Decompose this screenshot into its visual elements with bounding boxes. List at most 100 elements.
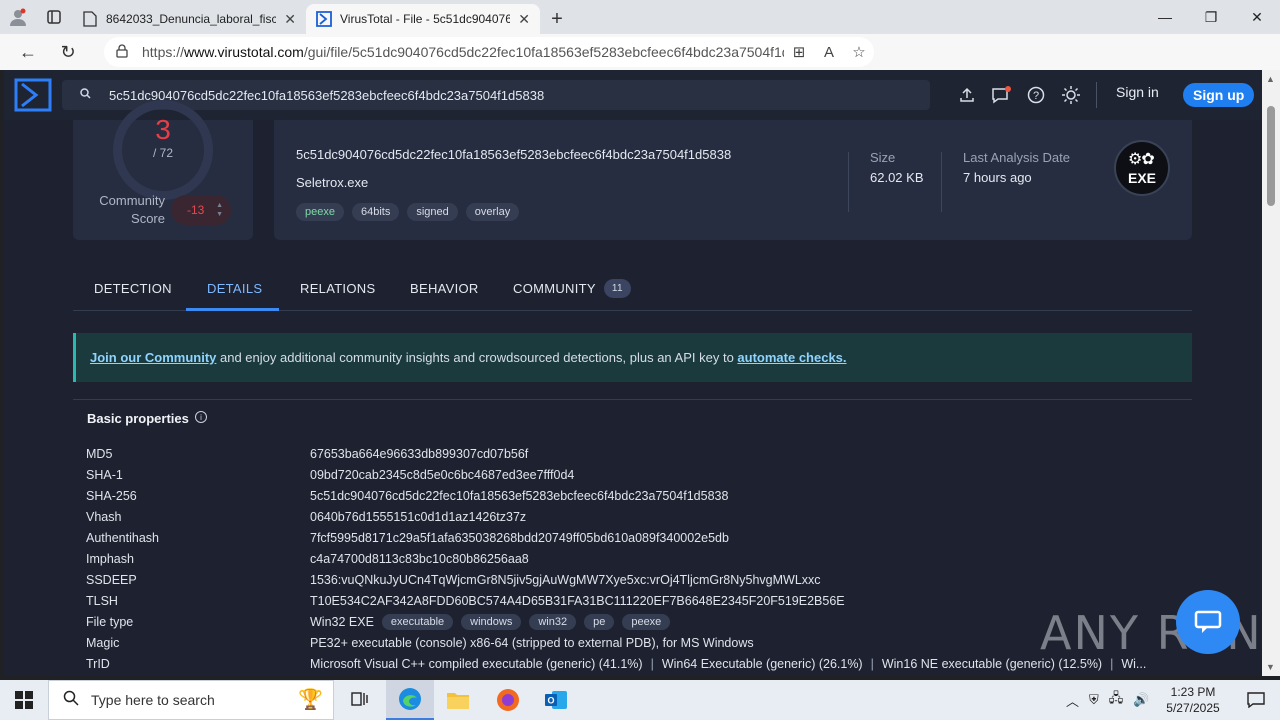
- size-label: Size: [870, 150, 896, 165]
- property-row-file-type: File type Win32 EXE executable windows w…: [73, 611, 1192, 632]
- chevron-up-icon[interactable]: ︿: [1066, 691, 1079, 710]
- exe-file-type-icon: ⚙✿ EXE: [1114, 140, 1170, 196]
- outlook-icon[interactable]: O: [532, 680, 580, 720]
- clock[interactable]: 1:23 PM 5/27/2025: [1158, 684, 1228, 716]
- file-tags: peexe 64bits signed overlay: [296, 203, 520, 221]
- chat-icon: [1194, 610, 1222, 633]
- refresh-button[interactable]: ↻: [48, 34, 88, 70]
- property-row: Magic PE32+ executable (console) x86-64 …: [86, 635, 754, 650]
- virustotal-logo[interactable]: [14, 78, 52, 112]
- divider: [848, 152, 849, 212]
- hash-search-input[interactable]: 5c51dc904076cd5dc22fec10fa18563ef5283ebc…: [62, 80, 930, 110]
- notifications-icon[interactable]: [988, 82, 1014, 108]
- property-row-trid: TrID Microsoft Visual C++ compiled execu…: [86, 656, 1147, 671]
- app-available-icon[interactable]: ⊞: [784, 37, 814, 67]
- size-value: 62.02 KB: [870, 170, 924, 185]
- close-tab-icon[interactable]: ✕: [518, 11, 530, 28]
- volume-icon[interactable]: 🔊: [1133, 692, 1149, 708]
- theme-toggle-icon[interactable]: [1058, 82, 1084, 108]
- search-highlight-icon: 🏆: [298, 689, 323, 711]
- file-type-tag[interactable]: windows: [461, 613, 522, 630]
- windows-icon: [15, 691, 33, 709]
- tag-peexe[interactable]: peexe: [296, 203, 344, 221]
- tab-details[interactable]: DETAILS: [207, 266, 262, 311]
- file-type-tag[interactable]: peexe: [622, 613, 671, 630]
- page-scrollbar[interactable]: ▲ ▼: [1262, 70, 1280, 676]
- address-bar[interactable]: https://www.virustotal.com/gui/file/5c51…: [104, 37, 874, 67]
- tab-title: 8642033_Denuncia_laboral_fiscal...: [106, 12, 277, 26]
- tab-community[interactable]: COMMUNITY 11: [513, 266, 631, 311]
- gear-icon: ⚙✿: [1128, 151, 1155, 168]
- info-icon[interactable]: i: [195, 411, 207, 423]
- tab-relations[interactable]: RELATIONS: [300, 266, 375, 311]
- edge-taskbar-icon[interactable]: [386, 680, 434, 720]
- report-tabs: DETECTION DETAILS RELATIONS BEHAVIOR COM…: [73, 266, 1192, 311]
- security-icon[interactable]: ⛨: [1089, 692, 1099, 708]
- search-icon: [63, 690, 79, 710]
- minimize-button[interactable]: —: [1142, 0, 1188, 34]
- new-tab-button[interactable]: +: [540, 4, 574, 34]
- property-row: SSDEEP 1536:vuQNkuJyUCn4TqWjcmGr8N5jiv5g…: [86, 572, 821, 587]
- close-window-button[interactable]: ✕: [1234, 0, 1280, 34]
- browser-tab-pdf[interactable]: 8642033_Denuncia_laboral_fiscal... ✕: [72, 4, 306, 34]
- community-score-value: -13 ▲ ▼: [171, 195, 231, 225]
- notifications-icon[interactable]: [1232, 680, 1280, 720]
- tab-detection[interactable]: DETECTION: [94, 266, 172, 311]
- chat-button[interactable]: [1176, 590, 1240, 654]
- maximize-button[interactable]: ❐: [1188, 0, 1234, 34]
- system-tray: ︿ ⛨ 🖧 🔊: [1066, 680, 1149, 720]
- tag-overlay[interactable]: overlay: [465, 203, 520, 221]
- property-row: MD5 67653ba664e96633db899307cd07b56f: [86, 446, 529, 461]
- scrollbar-thumb[interactable]: [1267, 106, 1275, 206]
- scroll-down-icon[interactable]: ▼: [1266, 662, 1275, 672]
- browser-tab-bar: 8642033_Denuncia_laboral_fiscal... ✕ Vir…: [0, 0, 1280, 34]
- last-analysis-label: Last Analysis Date: [963, 150, 1070, 165]
- file-type-tag[interactable]: win32: [529, 613, 577, 630]
- virustotal-favicon: [316, 11, 332, 27]
- file-hash: 5c51dc904076cd5dc22fec10fa18563ef5283ebc…: [296, 147, 732, 162]
- vote-arrows-icon[interactable]: ▲ ▼: [216, 201, 223, 219]
- automate-checks-link[interactable]: automate checks.: [737, 350, 846, 365]
- divider: [941, 152, 942, 212]
- sign-in-link[interactable]: Sign in: [1116, 84, 1159, 100]
- join-community-link[interactable]: Join our Community: [90, 350, 216, 365]
- sign-up-button[interactable]: Sign up: [1183, 83, 1255, 107]
- tag-signed[interactable]: signed: [407, 203, 458, 221]
- upload-icon[interactable]: [954, 82, 980, 108]
- browser-tab-virustotal[interactable]: VirusTotal - File - 5c51dc904076cd ✕: [306, 4, 540, 34]
- engine-total: / 72: [152, 146, 173, 160]
- tab-actions-icon[interactable]: [36, 0, 72, 34]
- lock-icon: [116, 43, 128, 61]
- favorite-star-icon[interactable]: ☆: [844, 37, 874, 67]
- scroll-up-icon[interactable]: ▲: [1266, 74, 1275, 84]
- file-type-tag[interactable]: executable: [381, 613, 454, 630]
- back-button[interactable]: ←: [8, 34, 48, 70]
- tag-64bits[interactable]: 64bits: [351, 203, 400, 221]
- community-count-badge: 11: [603, 279, 631, 298]
- close-tab-icon[interactable]: ✕: [284, 11, 296, 28]
- start-button[interactable]: [0, 680, 48, 720]
- file-name: Seletrox.exe: [296, 175, 369, 190]
- property-row: Vhash 0640b76d1555151c0d1d1az1426tz37z: [86, 509, 527, 524]
- network-icon[interactable]: 🖧: [1109, 689, 1124, 711]
- active-tab-indicator: [186, 308, 279, 311]
- property-row: Imphash c4a74700d8113c83bc10c80b86256aa8: [86, 551, 529, 566]
- tab-title: VirusTotal - File - 5c51dc904076cd: [340, 12, 511, 26]
- read-aloud-icon[interactable]: A: [814, 37, 844, 67]
- svg-text:?: ?: [1033, 90, 1039, 102]
- browser-toolbar: ← ↻ https://www.virustotal.com/gui/file/…: [0, 34, 1280, 95]
- profile-icon[interactable]: [0, 0, 36, 34]
- taskbar-search[interactable]: Type here to search 🏆: [48, 680, 334, 720]
- file-type-tag[interactable]: pe: [584, 613, 615, 630]
- svg-text:O: O: [547, 696, 554, 706]
- document-icon: [82, 11, 98, 27]
- property-row: SHA-256 5c51dc904076cd5dc22fec10fa18563e…: [86, 488, 729, 503]
- tab-behavior[interactable]: BEHAVIOR: [410, 266, 479, 311]
- header-divider: [1096, 82, 1097, 108]
- task-view-icon[interactable]: [336, 680, 384, 720]
- property-row: Authentihash 7fcf5995d8171c29a5f1afa6350…: [86, 530, 729, 545]
- section-title: Basic properties: [87, 411, 189, 426]
- firefox-icon[interactable]: [484, 680, 532, 720]
- file-explorer-icon[interactable]: [434, 680, 482, 720]
- help-icon[interactable]: ?: [1023, 82, 1049, 108]
